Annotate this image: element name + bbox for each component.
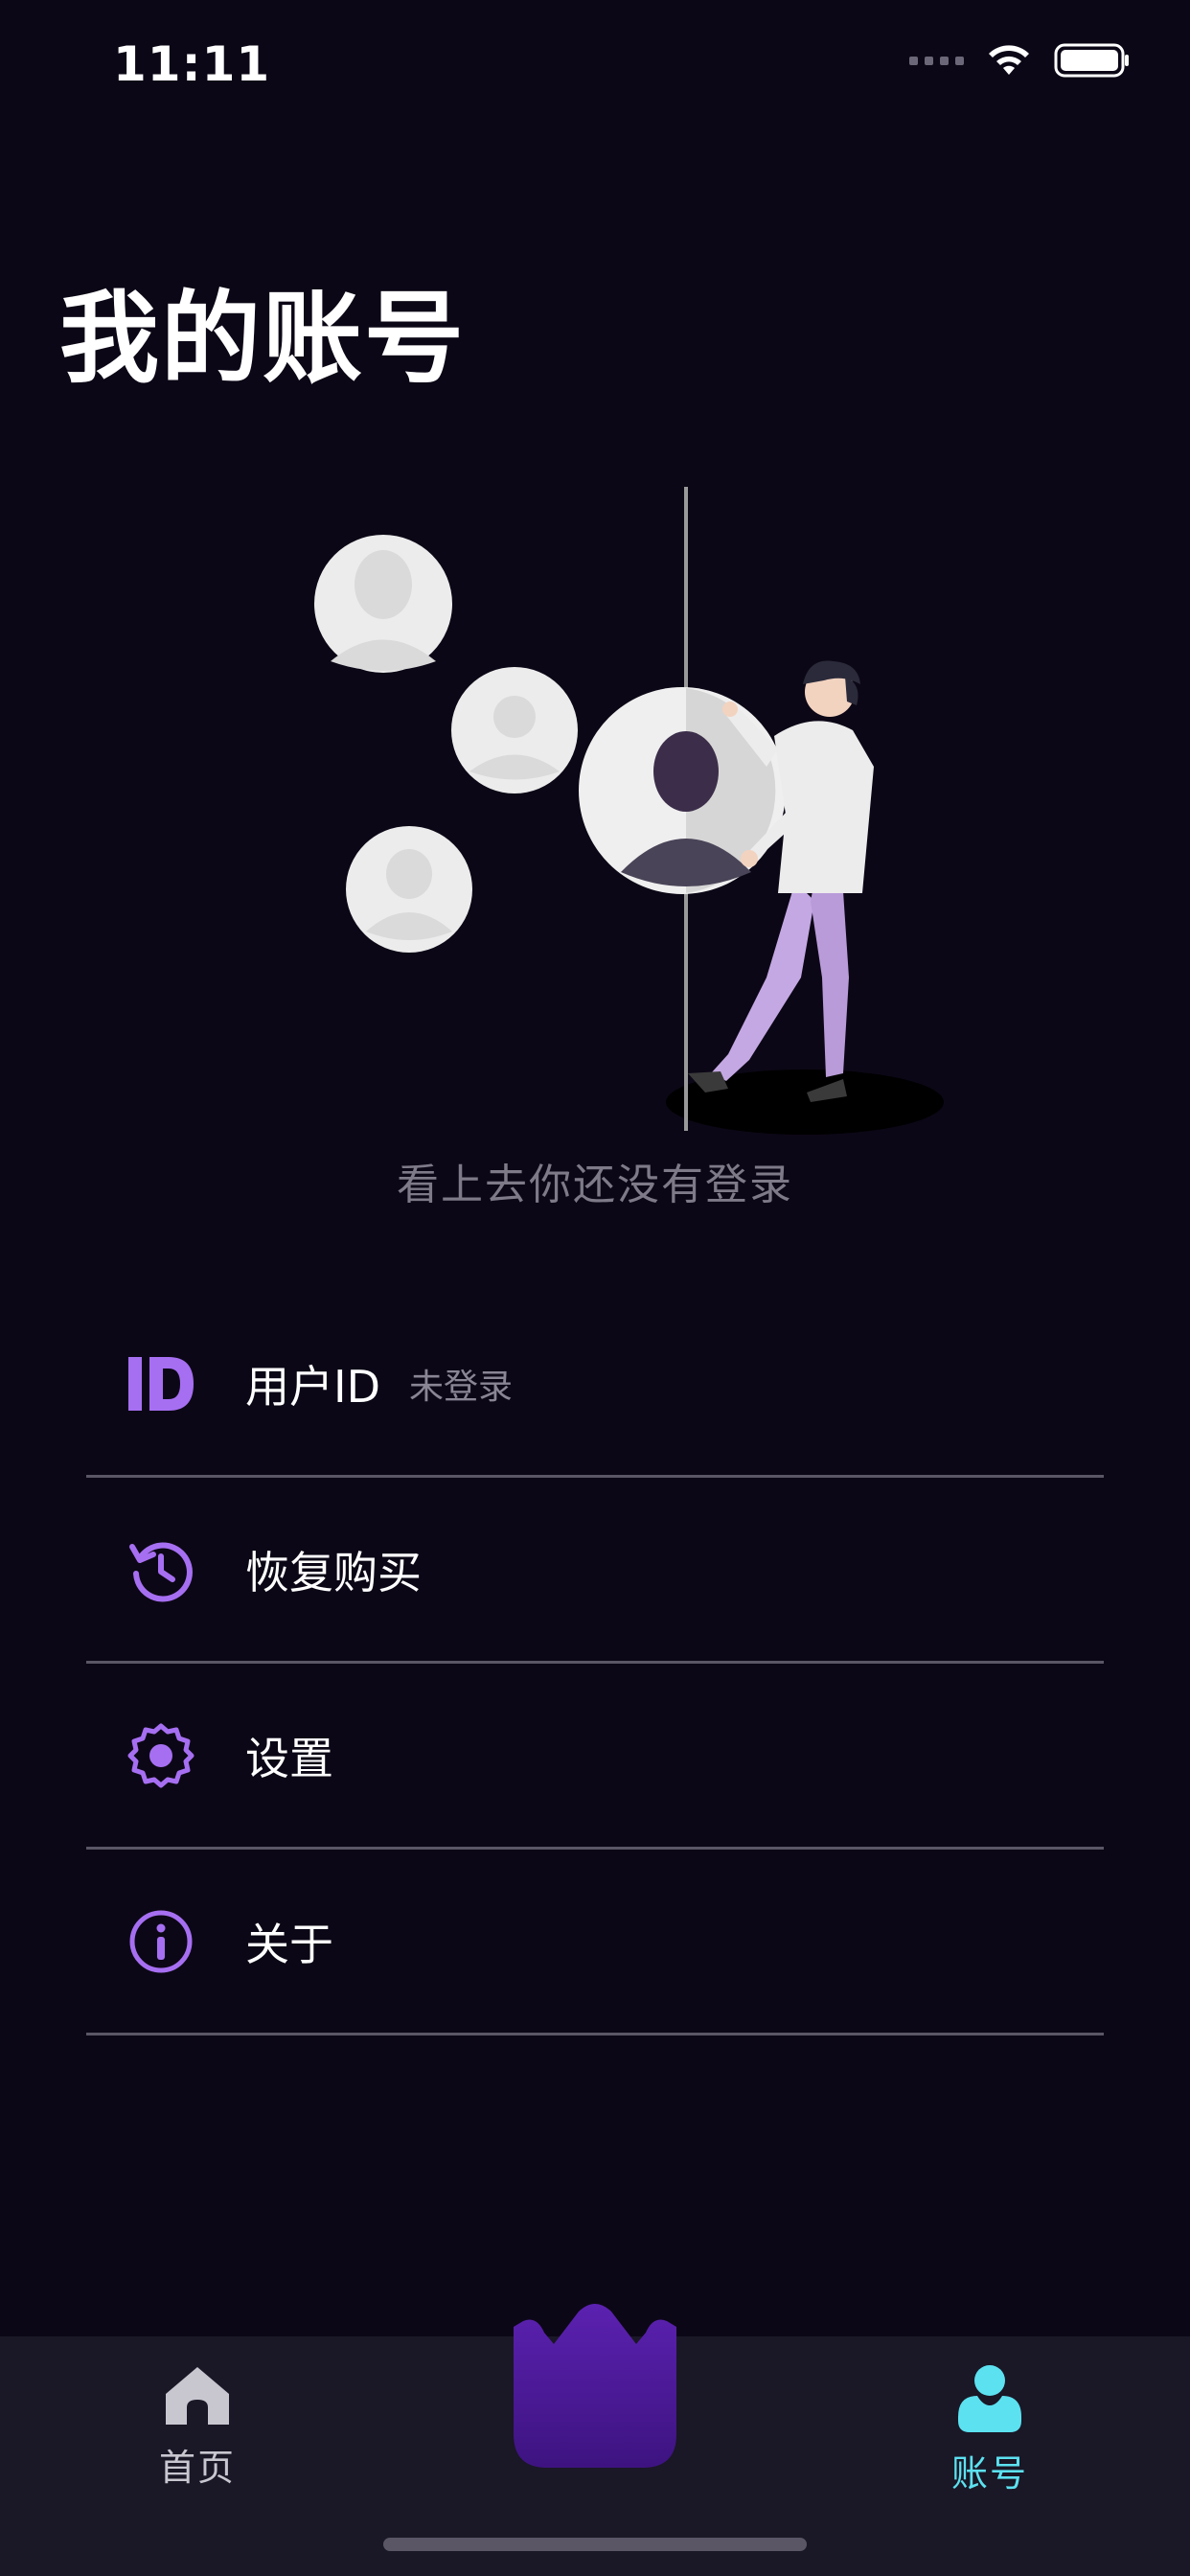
account-menu: 用户ID 未登录 恢复购买 设置 关于 bbox=[86, 1292, 1104, 2036]
home-indicator bbox=[383, 2538, 807, 2551]
menu-item-user-id[interactable]: 用户ID 未登录 bbox=[86, 1292, 1104, 1478]
restore-history-icon bbox=[123, 1531, 199, 1608]
tab-home-label: 首页 bbox=[158, 2447, 236, 2489]
menu-item-about[interactable]: 关于 bbox=[86, 1850, 1104, 2036]
avatar-placeholder-3 bbox=[346, 826, 472, 953]
user-id-status: 未登录 bbox=[409, 1367, 514, 1407]
battery-icon bbox=[1054, 43, 1129, 78]
not-logged-in-message: 看上去你还没有登录 bbox=[397, 1161, 793, 1209]
not-logged-in-illustration bbox=[314, 487, 944, 1135]
menu-item-label: 关于 bbox=[245, 1918, 333, 1970]
tab-account-label: 账号 bbox=[950, 2452, 1028, 2495]
status-time: 11:11 bbox=[113, 36, 271, 92]
id-icon bbox=[123, 1346, 199, 1422]
home-icon bbox=[166, 2367, 229, 2425]
crown-center-button[interactable] bbox=[514, 2300, 676, 2468]
avatar-placeholder-2 bbox=[451, 667, 578, 794]
menu-item-label: 设置 bbox=[245, 1732, 333, 1784]
menu-item-label: 恢复购买 bbox=[245, 1546, 422, 1598]
tab-home[interactable]: 首页 bbox=[102, 2363, 293, 2491]
gear-icon bbox=[123, 1717, 199, 1794]
menu-item-label: 用户ID bbox=[245, 1360, 380, 1413]
info-icon bbox=[123, 1903, 199, 1980]
avatar-placeholder-1 bbox=[314, 535, 452, 673]
page-title: 我的账号 bbox=[59, 280, 467, 397]
tab-account[interactable]: 账号 bbox=[894, 2363, 1086, 2496]
wifi-icon bbox=[989, 45, 1029, 75]
user-icon bbox=[958, 2365, 1021, 2432]
menu-item-settings[interactable]: 设置 bbox=[86, 1664, 1104, 1850]
status-indicators bbox=[909, 42, 1131, 79]
menu-item-restore-purchase[interactable]: 恢复购买 bbox=[86, 1478, 1104, 1664]
cellular-signal-icon bbox=[909, 56, 964, 65]
